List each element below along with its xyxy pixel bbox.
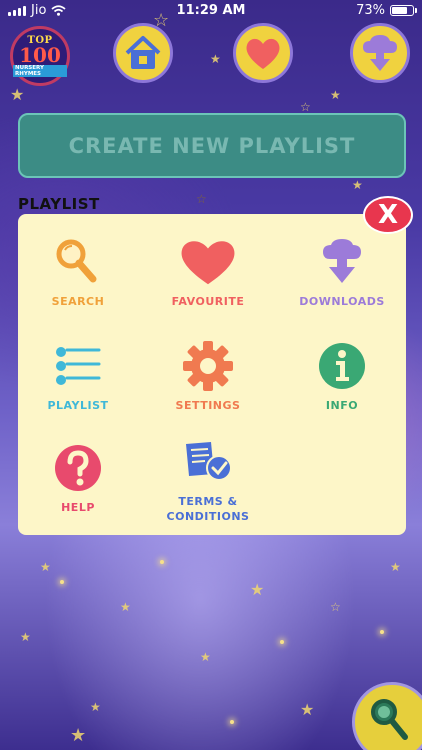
favourite-top-button[interactable] [233, 23, 293, 83]
downloads-top-button[interactable] [350, 23, 410, 83]
menu-item-help[interactable]: HELP [18, 440, 138, 515]
star-decoration: ★ [352, 178, 363, 192]
star-decoration: ☆ [196, 192, 207, 206]
menu-label-settings: SETTINGS [175, 399, 241, 412]
home-button[interactable] [113, 23, 173, 83]
search-icon [48, 234, 108, 290]
create-playlist-button[interactable]: CREATE NEW PLAYLIST [18, 113, 406, 178]
menu-item-terms[interactable]: TERMS & CONDITIONS [148, 434, 268, 524]
battery-icon [390, 5, 417, 16]
menu-item-search[interactable]: SEARCH [18, 234, 138, 309]
menu-label-downloads: DOWNLOADS [299, 295, 385, 308]
document-check-icon [178, 434, 238, 490]
close-icon: X [377, 200, 399, 230]
app-logo[interactable]: TOP 100 NURSERY RHYMES [10, 26, 70, 86]
logo-subtitle: NURSERY RHYMES [13, 65, 67, 77]
logo-number: 100 [19, 43, 61, 67]
download-icon [363, 35, 397, 71]
gear-icon [178, 338, 238, 394]
star-decoration: ★ [40, 560, 51, 574]
home-icon [125, 36, 161, 69]
search-icon [371, 699, 408, 740]
star-decoration: ★ [10, 85, 25, 104]
info-icon [312, 338, 372, 394]
glow-dot [160, 560, 164, 564]
star-decoration: ☆ [300, 100, 311, 114]
menu-label-help: HELP [61, 501, 95, 514]
menu-item-settings[interactable]: SETTINGS [148, 338, 268, 413]
menu-panel: SEARCH FAVOURITE DOWNLOADS PLAYLIST SETT… [18, 214, 406, 535]
heart-icon [246, 38, 280, 69]
star-decoration: ★ [330, 88, 341, 102]
star-decoration: ★ [250, 580, 265, 599]
menu-item-playlist[interactable]: PLAYLIST [18, 338, 138, 413]
glow-dot [380, 630, 384, 634]
status-bar: Jio 11:29 AM 73% [0, 0, 422, 22]
menu-label-search: SEARCH [51, 295, 105, 308]
glow-dot [60, 580, 64, 584]
glow-dot [230, 720, 234, 724]
star-decoration: ★ [20, 630, 31, 644]
star-decoration: ☆ [330, 600, 341, 614]
star-decoration: ★ [210, 52, 221, 66]
star-decoration: ★ [200, 650, 211, 664]
star-decoration: ★ [120, 600, 131, 614]
battery-percent: 73% [356, 3, 385, 18]
status-right: 73% [356, 3, 417, 18]
menu-item-downloads[interactable]: DOWNLOADS [282, 234, 402, 309]
menu-item-info[interactable]: INFO [282, 338, 402, 413]
menu-item-favourite[interactable]: FAVOURITE [148, 234, 268, 309]
playlist-section-title: PLAYLIST [18, 195, 100, 213]
floating-search-button[interactable] [352, 682, 422, 750]
star-decoration: ★ [390, 560, 401, 574]
star-decoration: ★ [70, 725, 87, 746]
download-icon [312, 234, 372, 290]
menu-label-playlist: PLAYLIST [47, 399, 109, 412]
menu-label-terms: TERMS & CONDITIONS [166, 495, 250, 523]
menu-label-favourite: FAVOURITE [171, 295, 245, 308]
star-decoration: ★ [300, 700, 315, 719]
close-button[interactable]: X [363, 196, 413, 234]
menu-label-info: INFO [325, 399, 359, 412]
create-playlist-label: CREATE NEW PLAYLIST [68, 133, 356, 158]
help-icon [48, 440, 108, 496]
list-icon [48, 338, 108, 394]
heart-icon [178, 234, 238, 290]
star-decoration: ★ [90, 700, 101, 714]
glow-dot [280, 640, 284, 644]
